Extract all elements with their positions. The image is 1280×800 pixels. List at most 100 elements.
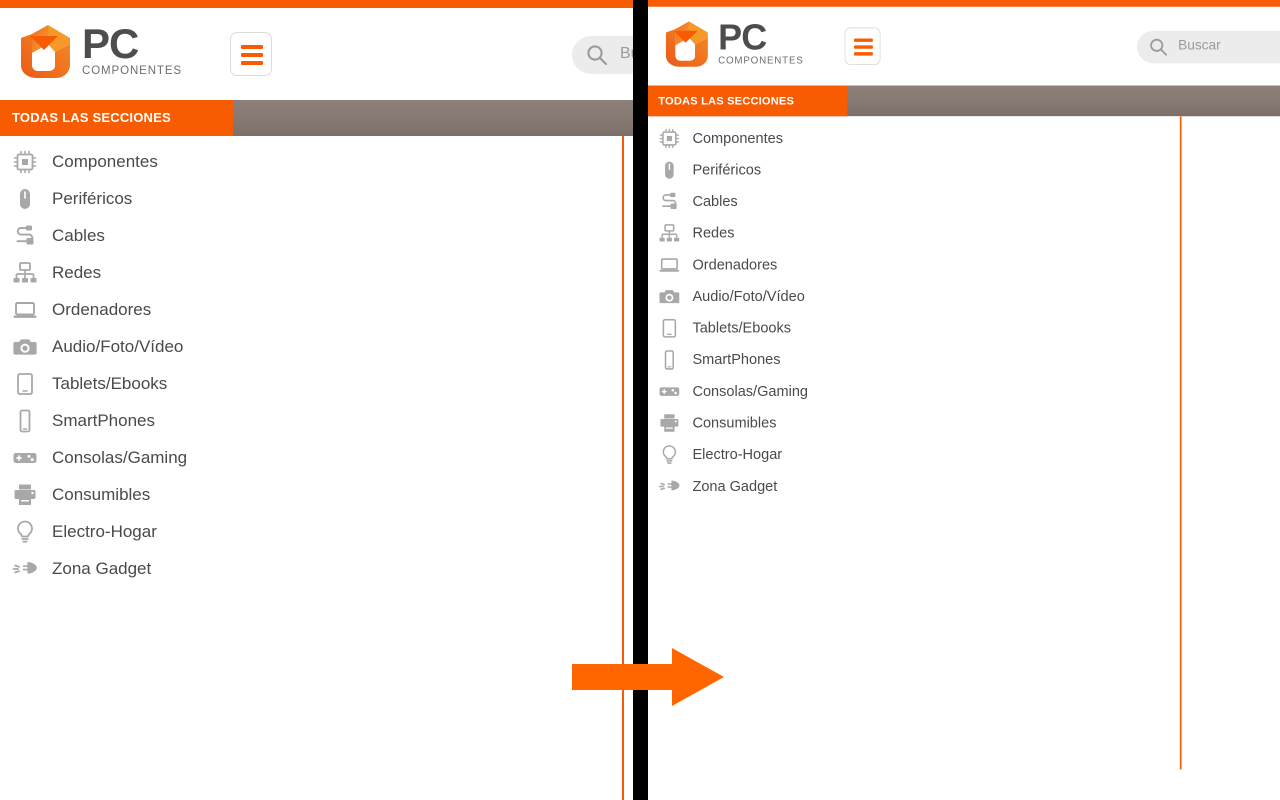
laptop-icon [658, 254, 680, 276]
hamburger-menu-button[interactable] [844, 27, 881, 65]
search-placeholder: Buscar [1178, 38, 1221, 54]
dropdown-item-consolas-gaming[interactable]: Consolas/Gaming [648, 375, 1178, 407]
dropdown-item-tablets-ebooks[interactable]: Tablets/Ebooks [0, 365, 620, 402]
pccomponentes-site: PC COMPONENTES Buscar [648, 0, 1280, 770]
dropdown-item-consolas-gaming[interactable]: Consolas/Gaming [0, 439, 620, 476]
dropdown-item-label: Zona Gadget [692, 477, 778, 494]
site-logo[interactable]: PC COMPONENTES [663, 14, 834, 74]
camera-icon [658, 285, 680, 307]
dropdown-item-consumibles[interactable]: Consumibles [648, 407, 1178, 439]
all-sections-dropdown: Componentes Periféricos Cables Redes Ordenad… [0, 136, 624, 800]
cable-icon [12, 223, 38, 249]
primary-navbar: TODAS LAS SECCIONES [648, 85, 1280, 117]
gadget-hand-icon [658, 475, 680, 497]
logo-secondary-text: COMPONENTES [718, 55, 804, 66]
lightbulb-icon [658, 443, 680, 465]
printer-icon [658, 412, 680, 434]
search-input[interactable]: Buscar [1137, 30, 1280, 64]
pccomponentes-logo-mark [18, 22, 74, 80]
top-orange-strip [0, 0, 633, 8]
hamburger-menu-button[interactable] [230, 32, 272, 76]
dropdown-item-audio-foto-vídeo[interactable]: Audio/Foto/Vídeo [0, 328, 620, 365]
pccomponentes-logo-mark [663, 19, 711, 69]
mouse-icon [12, 186, 38, 212]
dropdown-item-cables[interactable]: Cables [648, 186, 1178, 218]
logo-primary-text: PC [718, 17, 767, 58]
screenshot-stage: PC COMPONENTES Buscar [0, 0, 1280, 800]
printer-icon [12, 482, 38, 508]
dropdown-item-label: Zona Gadget [52, 558, 152, 578]
dropdown-item-periféricos[interactable]: Periféricos [648, 154, 1178, 186]
caret-down-icon [30, 36, 58, 50]
dropdown-item-label: Cables [692, 192, 738, 210]
smartphone-icon [658, 348, 680, 370]
dropdown-item-label: Tablets/Ebooks [692, 319, 792, 336]
dropdown-item-label: Electro-Hogar [692, 445, 783, 463]
dropdown-item-label: Redes [52, 262, 102, 282]
dropdown-item-zona-gadget[interactable]: Zona Gadget [648, 470, 1178, 502]
dropdown-item-zona-gadget[interactable]: Zona Gadget [0, 550, 620, 587]
dropdown-item-label: Electro-Hogar [52, 521, 157, 541]
dropdown-item-audio-foto-vídeo[interactable]: Audio/Foto/Vídeo [648, 280, 1178, 312]
dropdown-item-redes[interactable]: Redes [0, 254, 620, 291]
dropdown-item-label: Componentes [692, 129, 783, 146]
smartphone-icon [12, 408, 38, 434]
top-orange-strip [648, 0, 1280, 7]
gamepad-icon [12, 445, 38, 471]
dropdown-item-label: Ordenadores [692, 256, 778, 273]
primary-navbar: TODAS LAS SECCIONES [0, 100, 633, 136]
site-header: PC COMPONENTES Buscar [648, 6, 1280, 86]
dropdown-item-redes[interactable]: Redes [648, 217, 1178, 249]
dropdown-item-componentes[interactable]: Componentes [0, 143, 620, 180]
dropdown-item-smartphones[interactable]: SmartPhones [648, 344, 1178, 376]
dropdown-item-componentes[interactable]: Componentes [648, 122, 1178, 154]
gamepad-icon [658, 380, 680, 402]
tablet-icon [12, 371, 38, 397]
dropdown-item-smartphones[interactable]: SmartPhones [0, 402, 620, 439]
hamburger-icon-bar-1 [241, 45, 263, 49]
dropdown-item-electro-hogar[interactable]: Electro-Hogar [648, 439, 1178, 471]
right-arrow-annotation [572, 648, 724, 706]
dropdown-item-label: SmartPhones [52, 410, 155, 430]
cable-icon [658, 190, 680, 212]
dropdown-item-periféricos[interactable]: Periféricos [0, 180, 620, 217]
camera-icon [12, 334, 38, 360]
dropdown-item-label: Ordenadores [52, 299, 152, 319]
dropdown-item-label: Consumibles [52, 484, 151, 504]
dropdown-item-cables[interactable]: Cables [0, 217, 620, 254]
gadget-hand-icon [12, 556, 38, 582]
all-sections-tab[interactable]: TODAS LAS SECCIONES [648, 85, 848, 117]
dropdown-item-label: Consolas/Gaming [692, 382, 808, 399]
dropdown-item-ordenadores[interactable]: Ordenadores [648, 249, 1178, 281]
network-icon [658, 222, 680, 244]
dropdown-item-label: Audio/Foto/Vídeo [52, 336, 184, 356]
left-comparison-panel: PC COMPONENTES Buscar [0, 0, 633, 800]
hamburger-icon-bar-3 [241, 61, 263, 65]
network-icon [12, 260, 38, 286]
dropdown-item-label: Consumibles [692, 414, 777, 431]
dropdown-item-consumibles[interactable]: Consumibles [0, 476, 620, 513]
search-icon [1149, 38, 1168, 57]
all-sections-dropdown: Componentes Periféricos Cables Redes Ordenad… [648, 116, 1182, 770]
search-placeholder: Buscar [620, 45, 633, 62]
dropdown-item-tablets-ebooks[interactable]: Tablets/Ebooks [648, 312, 1178, 344]
pccomponentes-site: PC COMPONENTES Buscar [0, 0, 633, 800]
logo-wordmark: PC COMPONENTES [82, 23, 217, 80]
site-logo[interactable]: PC COMPONENTES [18, 16, 218, 86]
all-sections-tab[interactable]: TODAS LAS SECCIONES [0, 100, 233, 136]
mouse-icon [658, 159, 680, 181]
search-input[interactable]: Buscar [572, 36, 633, 74]
search-icon [586, 44, 608, 66]
laptop-icon [12, 297, 38, 323]
dropdown-item-ordenadores[interactable]: Ordenadores [0, 291, 620, 328]
dropdown-item-label: Redes [692, 224, 735, 241]
tablet-icon [658, 317, 680, 339]
caret-down-icon [673, 30, 698, 43]
dropdown-item-label: Periféricos [692, 161, 762, 178]
dropdown-item-label: Tablets/Ebooks [52, 373, 168, 393]
dropdown-item-electro-hogar[interactable]: Electro-Hogar [0, 513, 620, 550]
all-sections-label: TODAS LAS SECCIONES [12, 110, 171, 125]
dropdown-item-label: SmartPhones [692, 350, 781, 368]
site-header: PC COMPONENTES Buscar [0, 8, 633, 100]
dropdown-item-label: Componentes [52, 151, 158, 171]
